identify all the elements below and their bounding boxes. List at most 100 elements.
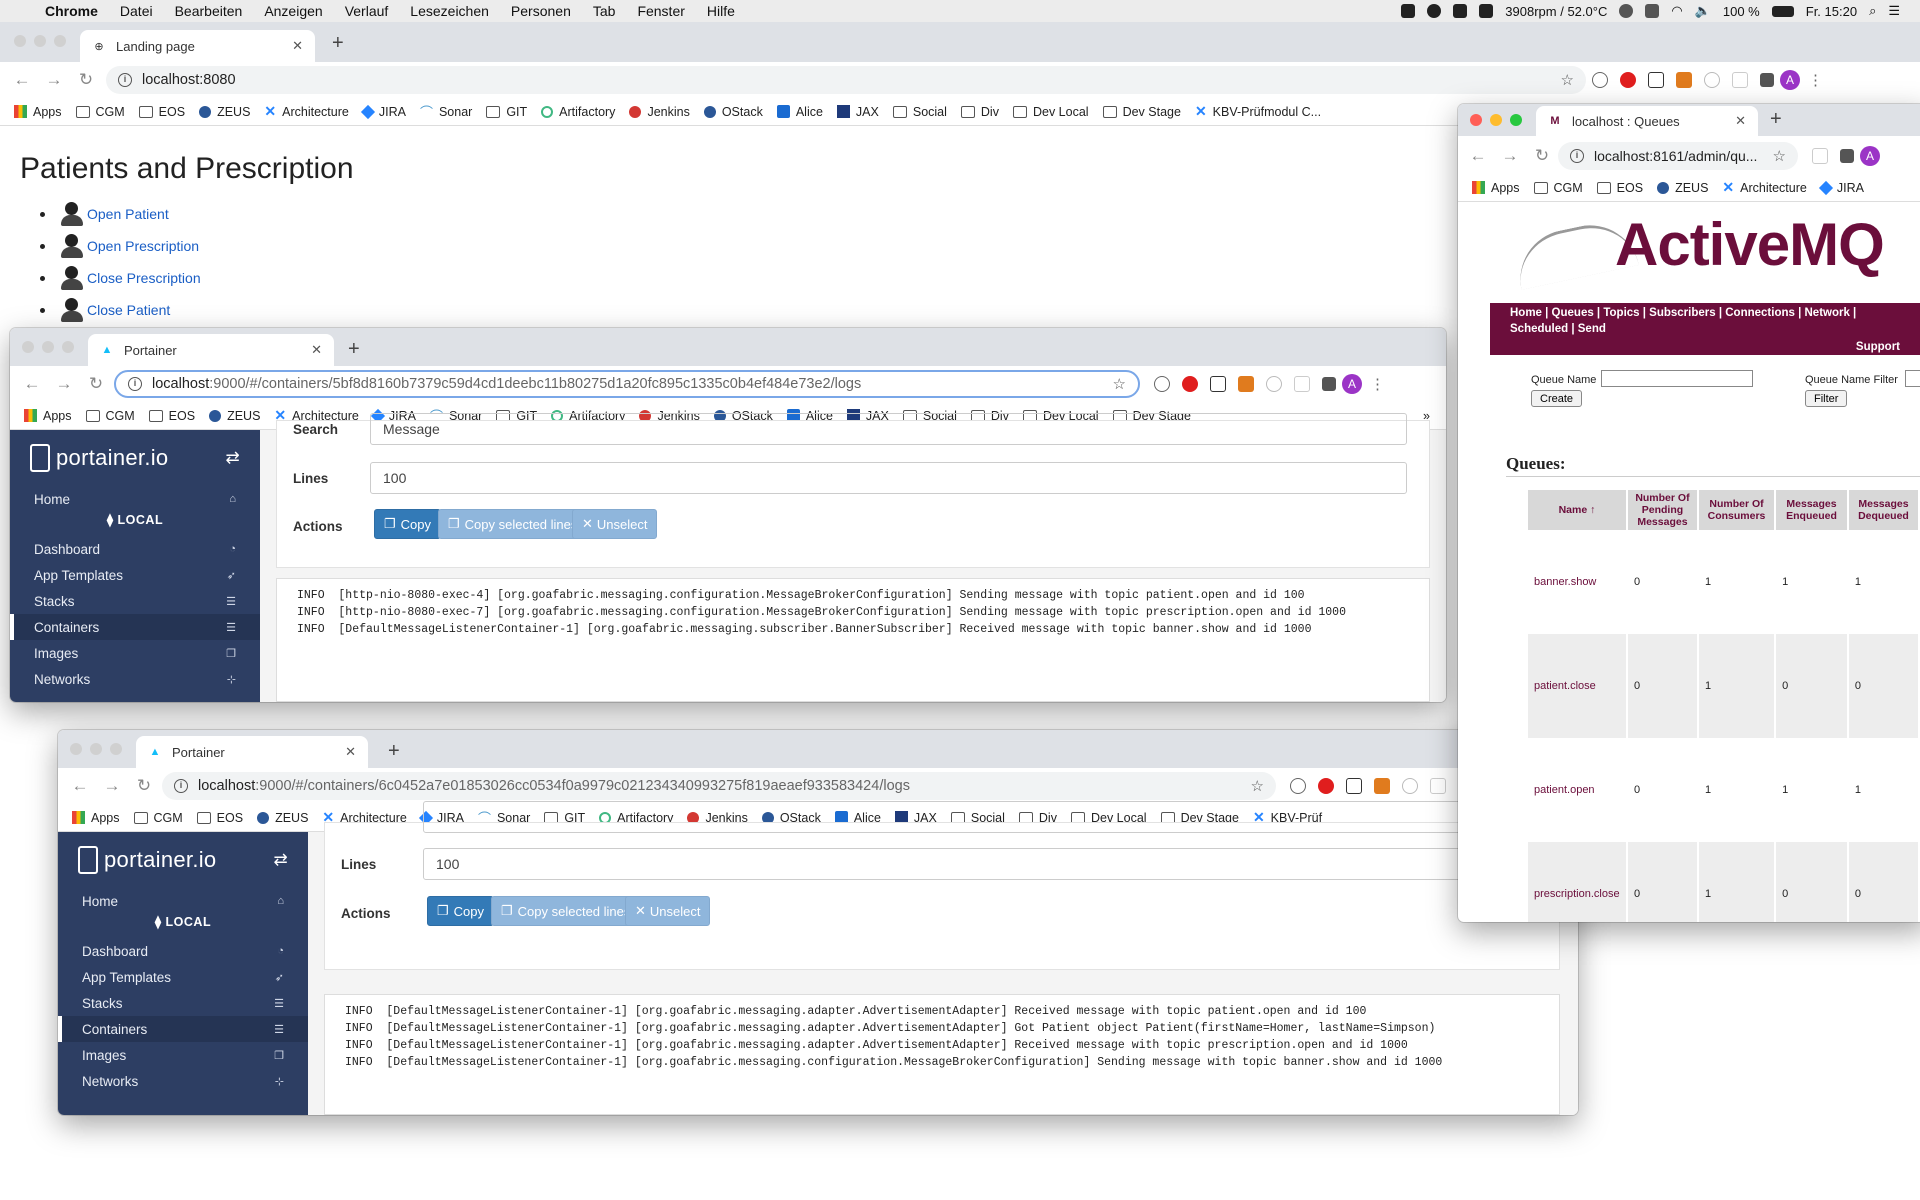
new-tab-button[interactable]: + [332, 32, 344, 55]
search-input[interactable]: Message [370, 413, 1407, 445]
minimize-window-button[interactable] [34, 35, 46, 47]
battery-status[interactable]: 100 % [1723, 4, 1760, 19]
log-output[interactable]: INFO [DefaultMessageListenerContainer-1]… [324, 994, 1560, 1115]
portainer-logo[interactable]: portainer.io ⇄ [58, 832, 308, 888]
menu-anzeigen[interactable]: Anzeigen [253, 3, 333, 19]
new-tab-button[interactable]: + [1770, 108, 1782, 131]
opera-icon[interactable] [1620, 72, 1636, 88]
tab-activemq-queues[interactable]: M localhost : Queues ✕ [1536, 106, 1758, 136]
bookmark-apps[interactable]: Apps [1472, 181, 1520, 195]
minimize-window-button[interactable] [90, 743, 102, 755]
reload-icon[interactable]: ↻ [70, 70, 102, 90]
close-tab-icon[interactable]: ✕ [311, 342, 322, 358]
menu-kebab-icon[interactable]: ⋮ [1808, 71, 1823, 89]
bookmark-eos[interactable]: EOS [196, 811, 243, 825]
log-output[interactable]: INFO [http-nio-8080-exec-4] [org.goafabr… [276, 578, 1430, 702]
queue-link[interactable]: patient.open [1528, 738, 1626, 842]
puzzle-icon[interactable] [1760, 73, 1774, 87]
forward-icon[interactable]: → [38, 70, 70, 90]
bookmark-artifactory[interactable]: Artifactory [541, 105, 615, 119]
bookmark-star-icon[interactable]: ☆ [1561, 71, 1574, 89]
sidebar-item-containers[interactable]: Containers ☰ [10, 614, 260, 640]
status-app-icon[interactable] [1479, 4, 1494, 18]
menu-bearbeiten[interactable]: Bearbeiten [164, 3, 254, 19]
copy-selected-lines-button[interactable]: ❐ Copy selected lines [491, 896, 641, 926]
sidebar-item-images[interactable]: Images ❐ [10, 640, 260, 666]
unselect-button[interactable]: ✕ Unselect [625, 896, 711, 926]
profile-avatar[interactable]: A [1780, 70, 1800, 90]
log-line[interactable]: INFO [DefaultMessageListenerContainer-1]… [297, 621, 1409, 638]
extension-icon[interactable] [1812, 148, 1828, 164]
opera-icon[interactable] [1182, 376, 1198, 392]
lines-input[interactable]: 100 [423, 848, 1543, 880]
queue-link[interactable]: banner.show [1528, 530, 1626, 634]
sidebar-item-images[interactable]: Images ❐ [58, 1042, 308, 1068]
create-button[interactable]: Create [1531, 390, 1583, 407]
filter-button[interactable]: Filter [1805, 390, 1848, 407]
opera-icon[interactable] [1318, 778, 1334, 794]
menu-fenster[interactable]: Fenster [626, 3, 695, 19]
menu-chrome[interactable]: Chrome [34, 3, 109, 19]
new-tab-button[interactable]: + [348, 338, 360, 361]
sidebar-item-app-templates[interactable]: App Templates ➶ [58, 964, 308, 990]
bookmark-eos[interactable]: EOS [1596, 181, 1643, 195]
info-icon[interactable]: i [118, 73, 132, 87]
close-window-button[interactable] [1470, 114, 1482, 126]
sidebar-item-home[interactable]: Home ⌂ [58, 888, 308, 914]
bookmark-zeus[interactable]: ZEUS [199, 105, 250, 119]
col-dequeued[interactable]: Messages Dequeued [1848, 490, 1918, 530]
open-patient-link[interactable]: Open Patient [87, 206, 169, 222]
bookmark-zeus[interactable]: ZEUS [1657, 181, 1708, 195]
extension-icon[interactable] [1154, 376, 1170, 392]
lines-input[interactable]: 100 [370, 462, 1407, 494]
extension-icon[interactable] [1648, 72, 1664, 88]
bookmark-cgm[interactable]: CGM [133, 811, 183, 825]
extension-icon[interactable] [1430, 778, 1446, 794]
bookmark-ostack[interactable]: OStack [703, 105, 763, 119]
close-window-button[interactable] [70, 743, 82, 755]
bookmark-eos[interactable]: EOS [148, 409, 195, 423]
bookmark-star-icon[interactable]: ☆ [1113, 375, 1126, 393]
col-pending[interactable]: Number Of Pending Messages [1627, 490, 1697, 530]
switch-endpoint-icon[interactable]: ⇄ [273, 850, 288, 870]
battery-icon[interactable] [1771, 5, 1794, 17]
bookmark-cgm[interactable]: CGM [75, 105, 125, 119]
profile-avatar[interactable]: A [1860, 146, 1880, 166]
address-bar[interactable]: i localhost:8080 ☆ [106, 66, 1586, 94]
bookmark-eos[interactable]: EOS [138, 105, 185, 119]
tab-portainer[interactable]: ▲ Portainer ✕ [88, 334, 334, 366]
profile-avatar[interactable]: A [1342, 374, 1362, 394]
back-icon[interactable]: ← [6, 70, 38, 90]
log-line[interactable]: INFO [http-nio-8080-exec-7] [org.goafabr… [297, 604, 1409, 621]
extension-icon[interactable] [1402, 778, 1418, 794]
extension-icon[interactable] [1346, 778, 1362, 794]
extension-icon[interactable] [1732, 72, 1748, 88]
switch-endpoint-icon[interactable]: ⇄ [225, 448, 240, 468]
puzzle-icon[interactable] [1840, 149, 1854, 163]
bookmark-cgm[interactable]: CGM [1533, 181, 1583, 195]
menu-verlauf[interactable]: Verlauf [334, 3, 400, 19]
info-icon[interactable]: i [174, 779, 188, 793]
bookmark-git[interactable]: GIT [486, 105, 527, 119]
log-line[interactable]: INFO [http-nio-8080-exec-4] [org.goafabr… [297, 587, 1409, 604]
forward-icon[interactable]: → [1494, 146, 1526, 166]
close-tab-icon[interactable]: ✕ [292, 38, 303, 54]
bookmark-star-icon[interactable]: ☆ [1251, 777, 1264, 795]
bookmark-dev-stage[interactable]: Dev Stage [1102, 105, 1181, 119]
info-icon[interactable]: i [1570, 149, 1584, 163]
address-bar[interactable]: i localhost:9000/#/containers/5bf8d8160b… [114, 370, 1140, 398]
col-consumers[interactable]: Number Of Consumers [1698, 490, 1775, 530]
extension-icon[interactable] [1676, 72, 1692, 88]
close-prescription-link[interactable]: Close Prescription [87, 270, 201, 286]
bookmark-star-icon[interactable]: ☆ [1773, 147, 1786, 165]
queue-filter-input[interactable] [1905, 370, 1920, 387]
log-line[interactable]: INFO [DefaultMessageListenerContainer-1]… [345, 1037, 1539, 1054]
menu-datei[interactable]: Datei [109, 3, 164, 19]
open-prescription-link[interactable]: Open Prescription [87, 238, 199, 254]
support-link[interactable]: Support [1856, 339, 1900, 355]
clock[interactable]: Fr. 15:20 [1806, 4, 1857, 19]
sidebar-item-stacks[interactable]: Stacks ☰ [58, 990, 308, 1016]
sidebar-item-app-templates[interactable]: App Templates ➶ [10, 562, 260, 588]
puzzle-icon[interactable] [1322, 377, 1336, 391]
forward-icon[interactable]: → [96, 776, 128, 796]
